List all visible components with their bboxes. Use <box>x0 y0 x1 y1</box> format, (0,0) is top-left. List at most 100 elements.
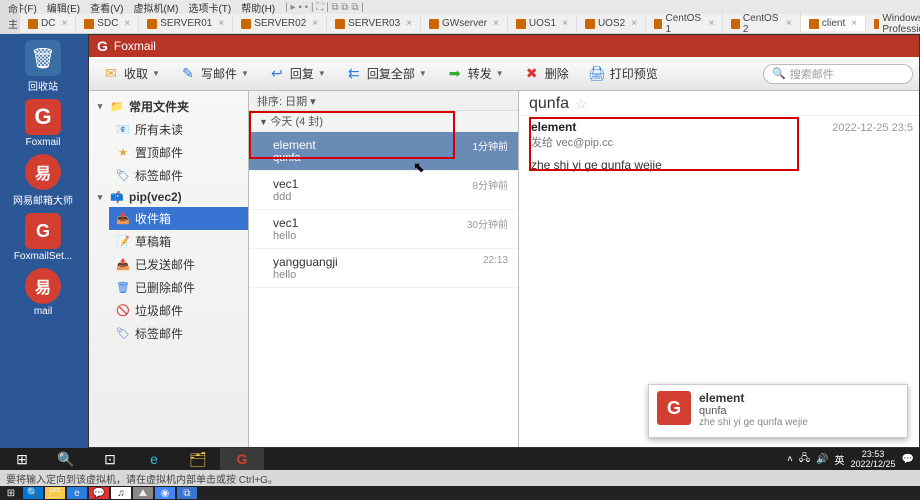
foxmail-titlebar[interactable]: G Foxmail <box>89 35 919 57</box>
delete-icon: ✖ <box>522 65 542 83</box>
tree-account[interactable]: ▾📫pip(vec2) <box>89 187 248 207</box>
replyall-button[interactable]: ⇇回复全部▼ <box>338 62 433 86</box>
menu-vm[interactable]: 虚拟机(M) <box>133 0 178 15</box>
tray-notifications-icon[interactable]: 💬 <box>902 454 914 465</box>
search-input[interactable]: 🔍搜索邮件 <box>763 64 913 84</box>
tray-network-icon[interactable]: 🖧 <box>799 451 810 468</box>
host-task-icon[interactable]: ⧉ <box>177 487 197 499</box>
tag-icon: 🏷 <box>115 169 131 183</box>
vm-tab[interactable]: Windows XP Professional× <box>866 11 920 37</box>
message-item[interactable]: vec1 ddd 8分钟前 <box>249 171 518 210</box>
star-icon[interactable]: ☆ <box>575 96 588 113</box>
foxmail-toolbar: ✉收取▼ ✎写邮件▼ ↩回复▼ ⇇回复全部▼ ➡转发▼ ✖删除 🖨打印预览 🔍搜… <box>89 57 919 91</box>
compose-button[interactable]: ✎写邮件▼ <box>172 62 255 86</box>
tree-drafts[interactable]: 📝草稿箱 <box>109 230 248 253</box>
menu-view[interactable]: 查看(V) <box>90 0 123 15</box>
menu-help[interactable]: 帮助(H) <box>241 0 275 15</box>
msg-time: 1分钟前 <box>472 138 508 153</box>
vm-tab[interactable]: CentOS 1× <box>646 11 723 37</box>
vm-tab[interactable]: SERVER03× <box>327 16 421 31</box>
receive-icon: ✉ <box>101 65 121 83</box>
msg-subject: hello <box>273 269 508 281</box>
menu-edit[interactable]: 编辑(E) <box>47 0 80 15</box>
taskbar-ie[interactable]: e <box>132 448 176 470</box>
notif-sender: element <box>699 391 808 405</box>
tray-volume-icon[interactable]: 🔊 <box>816 454 828 465</box>
tray-chevron-icon[interactable]: ˄ <box>787 454 793 465</box>
menu-tabs[interactable]: 选项卡(T) <box>188 0 231 15</box>
account-icon: 📫 <box>109 190 125 204</box>
reply-button[interactable]: ↩回复▼ <box>261 62 332 86</box>
taskbar-search[interactable]: 🔍 <box>44 448 88 470</box>
desktop-icon-mail[interactable]: 易mail <box>8 268 78 317</box>
new-mail-notification[interactable]: G element qunfa zhe shi yi ge qunfa weji… <box>648 384 908 438</box>
host-task-icon[interactable]: ♫ <box>111 487 131 499</box>
delete-button[interactable]: ✖删除 <box>516 62 575 86</box>
replyall-icon: ⇇ <box>344 65 364 83</box>
foxmail-logo-icon: G <box>97 38 108 54</box>
sort-dropdown[interactable]: 排序: 日期 ▾ <box>249 91 518 111</box>
list-group-today[interactable]: ▼ 今天 (4 封) <box>249 111 518 132</box>
tree-tagged[interactable]: 🏷标签邮件 <box>109 164 248 187</box>
system-tray[interactable]: ˄ 🖧 🔊 英 23:532022/12/25 💬 <box>781 449 920 469</box>
desktop-icon-foxmailset[interactable]: GFoxmailSet... <box>8 213 78 262</box>
tree-root-common[interactable]: ▾📁常用文件夹 <box>89 95 248 118</box>
host-task-icon[interactable]: 💬 <box>89 487 109 499</box>
host-task-icon[interactable]: 🗂 <box>45 487 65 499</box>
drafts-icon: 📝 <box>115 235 131 249</box>
host-taskbar[interactable]: ⊞ 🔍 🗂 e 💬 ♫ ⛰ ◉ ⧉ <box>0 486 920 500</box>
vm-tab-active[interactable]: client× <box>801 16 866 31</box>
desktop-icon-recycle[interactable]: 🗑回收站 <box>8 40 78 93</box>
host-task-icon[interactable]: 🔍 <box>23 487 43 499</box>
tree-all-unread[interactable]: 📧所有未读 <box>109 118 248 141</box>
vm-tab[interactable]: UOS2× <box>577 16 646 31</box>
recycle-bin-icon: 🗑 <box>25 40 61 76</box>
host-task-icon[interactable]: e <box>67 487 87 499</box>
vm-tab[interactable]: SDC× <box>76 16 139 31</box>
taskbar-taskview[interactable]: ⊡ <box>88 448 132 470</box>
taskbar-explorer[interactable]: 🗂 <box>176 448 220 470</box>
vm-tab[interactable]: CentOS 2× <box>723 11 800 37</box>
start-button[interactable]: ⊞ <box>0 448 44 470</box>
vm-tab[interactable]: UOS1× <box>508 16 577 31</box>
spam-icon: 🚫 <box>115 304 131 318</box>
unread-icon: 📧 <box>115 123 131 137</box>
vm-tab[interactable]: DC× <box>20 16 76 31</box>
desktop-icon-netease[interactable]: 易网易邮箱大师 <box>8 154 78 207</box>
tray-ime[interactable]: 英 <box>835 452 845 467</box>
inbox-icon: 📥 <box>115 212 131 226</box>
windows-taskbar[interactable]: ⊞ 🔍 ⊡ e 🗂 G ˄ 🖧 🔊 英 23:532022/12/25 💬 <box>0 448 920 470</box>
foxmail-title: Foxmail <box>114 39 156 53</box>
trash-icon: 🗑 <box>115 281 131 295</box>
host-start-icon[interactable]: ⊞ <box>1 487 21 499</box>
tree-deleted[interactable]: 🗑已删除邮件 <box>109 276 248 299</box>
host-task-icon[interactable]: ⛰ <box>133 487 153 499</box>
notif-preview: zhe shi yi ge qunfa wejie <box>699 417 808 428</box>
msg-time: 22:13 <box>483 255 508 266</box>
pin-icon: ★ <box>115 146 131 160</box>
desktop-icon-foxmail[interactable]: GFoxmail <box>8 99 78 148</box>
host-task-icon[interactable]: ◉ <box>155 487 175 499</box>
receive-button[interactable]: ✉收取▼ <box>95 62 166 86</box>
tree-sent[interactable]: 📤已发送邮件 <box>109 253 248 276</box>
tree-inbox[interactable]: 📥收件箱 <box>109 207 248 230</box>
preview-recipient: 发给 vec@pip.cc <box>531 134 907 150</box>
tree-tags[interactable]: 🏷标签邮件 <box>109 322 248 345</box>
vm-tab[interactable]: GWserver× <box>421 16 508 31</box>
vm-tab-bar[interactable]: 命 主页 DC× SDC× SERVER01× SERVER02× SERVER… <box>0 14 920 34</box>
forward-button[interactable]: ➡转发▼ <box>439 62 510 86</box>
taskbar-clock[interactable]: 23:532022/12/25 <box>851 449 896 469</box>
vm-tab[interactable]: SERVER01× <box>139 16 233 31</box>
tree-pinned[interactable]: ★置顶邮件 <box>109 141 248 164</box>
preview-date: 2022-12-25 23:5 <box>832 122 913 134</box>
msg-subject: hello <box>273 230 508 242</box>
message-item[interactable]: yangguangji hello 22:13 <box>249 249 518 288</box>
message-item[interactable]: element qunfa 1分钟前 <box>249 132 518 171</box>
vm-tab[interactable]: SERVER02× <box>233 16 327 31</box>
forward-icon: ➡ <box>445 65 465 83</box>
message-item[interactable]: vec1 hello 30分钟前 <box>249 210 518 249</box>
preview-meta: element 发给 vec@pip.cc 2022-12-25 23:5 <box>519 115 919 154</box>
taskbar-foxmail[interactable]: G <box>220 448 264 470</box>
tree-spam[interactable]: 🚫垃圾邮件 <box>109 299 248 322</box>
print-button[interactable]: 🖨打印预览 <box>581 62 664 86</box>
